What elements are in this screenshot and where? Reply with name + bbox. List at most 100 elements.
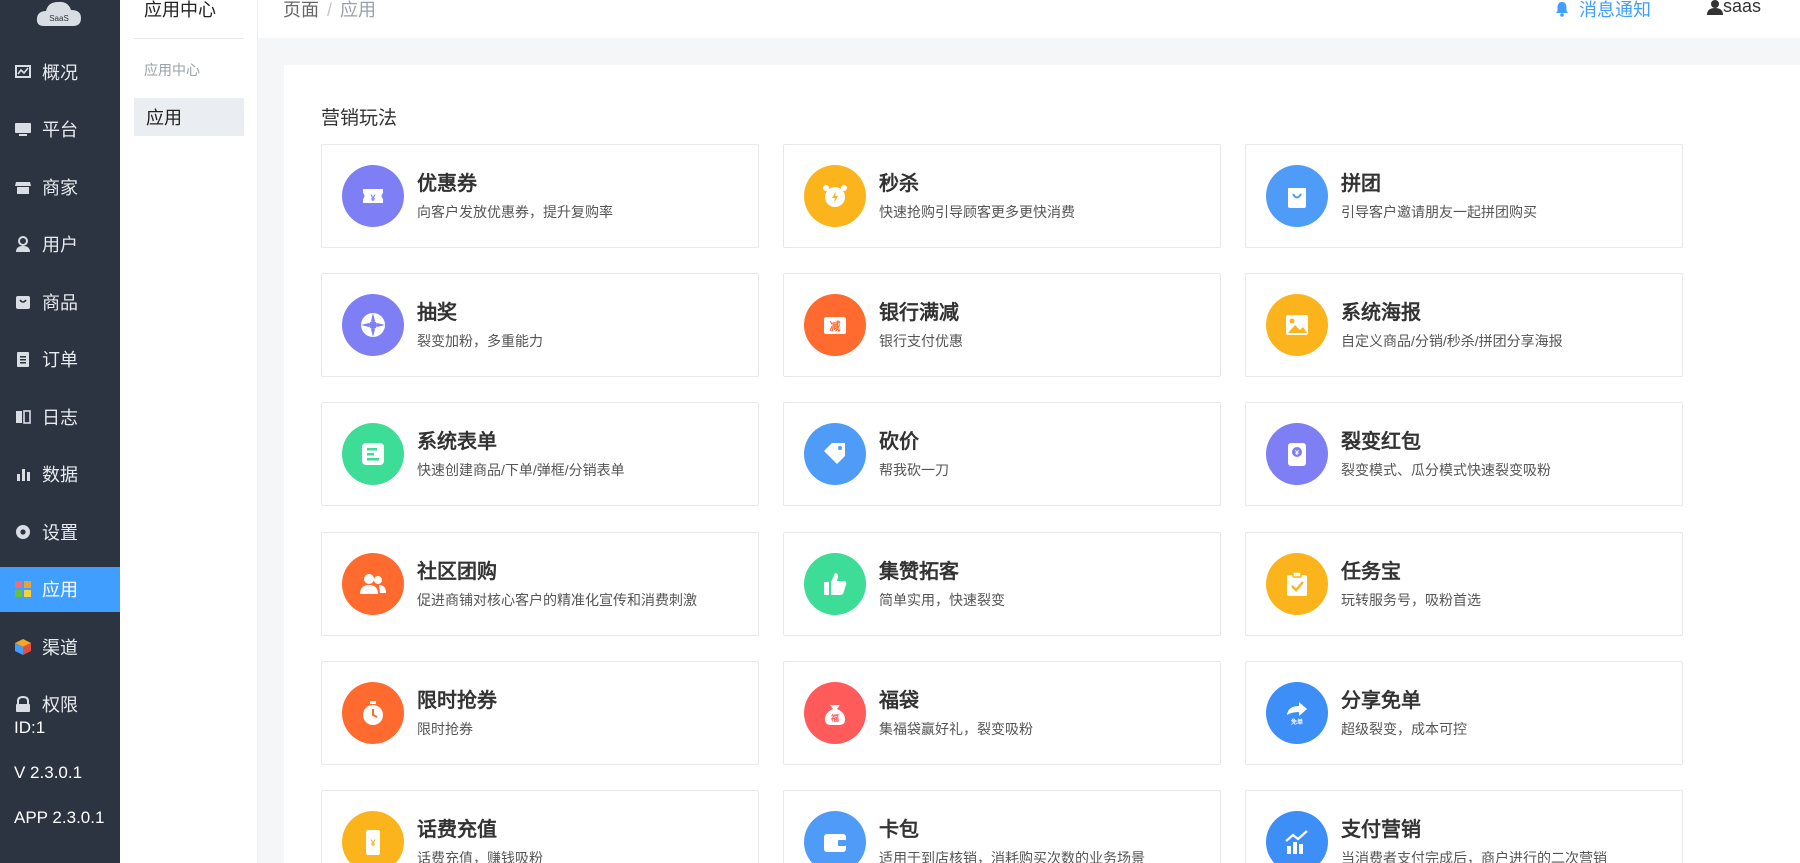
app-card-description: 银行支付优惠	[879, 333, 963, 349]
app-card-title: 社区团购	[417, 561, 497, 583]
wallet-icon	[804, 811, 866, 863]
app-card[interactable]: 秒杀 快速抢购引导顾客更多更快消费	[783, 144, 1221, 248]
sidebar-item-2[interactable]: 商家	[0, 164, 120, 209]
bell-icon	[1556, 2, 1568, 17]
app-card[interactable]: 拼团引导客户邀请朋友一起拼团购买	[1245, 144, 1683, 248]
app-card-title: 拼团	[1341, 173, 1381, 195]
user-avatar-icon	[1707, 0, 1723, 15]
app-card[interactable]: 任务宝 玩转服务号，吸粉首选	[1245, 532, 1683, 636]
app-card-title: 分享免单	[1341, 690, 1421, 712]
saas-logo[interactable]: SaaS	[36, 0, 82, 30]
app-card-description: 快速抢购引导顾客更多更快消费	[879, 204, 1075, 220]
sidebar-item-10[interactable]: 渠道	[0, 624, 120, 669]
content-panel: 营销玩法 ¥ 优惠券 向客户发放优惠券，提升复购率 秒杀 快速抢购引导顾客更多更快消费拼…	[284, 65, 1800, 863]
alarm-clock-icon	[804, 165, 866, 227]
svg-text:¥: ¥	[1295, 450, 1299, 457]
app-card[interactable]: 福 福袋集福袋赢好礼，裂变吸粉	[783, 661, 1221, 765]
app-card-description: 裂变模式、瓜分模式快速裂变吸粉	[1341, 462, 1551, 478]
app-card-title: 系统表单	[417, 431, 497, 453]
lottery-wheel-icon	[342, 294, 404, 356]
user-icon	[14, 235, 32, 253]
app-card-title: 限时抢券	[417, 690, 497, 712]
subnav-title: 应用中心	[144, 0, 216, 20]
timer-icon	[342, 682, 404, 744]
app-card[interactable]: 卡包 适用于到店核销，消耗购买次数的业务场景	[783, 790, 1221, 863]
subnav-divider	[134, 38, 244, 39]
share-free-icon: 免单	[1266, 682, 1328, 744]
app-card[interactable]: 减 银行满减 银行支付优惠	[783, 273, 1221, 377]
app-card-description: 向客户发放优惠券，提升复购率	[417, 204, 613, 220]
section-title: 营销玩法	[321, 108, 398, 129]
sidebar-item-6[interactable]: 日志	[0, 394, 120, 439]
store-icon	[14, 178, 32, 196]
app-card[interactable]: 支付营销当消费者支付完成后，商户进行的二次营销	[1245, 790, 1683, 863]
lock-icon	[14, 695, 32, 713]
breadcrumb-page[interactable]: 页面	[283, 0, 319, 20]
sidebar-item-5[interactable]: 订单	[0, 337, 120, 382]
apps-icon	[14, 580, 32, 598]
app-card[interactable]: 社区团购 促进商铺对核心客户的精准化宣传和消费刺激	[321, 532, 759, 636]
log-icon	[14, 408, 32, 426]
sidebar-item-3[interactable]: 用户	[0, 222, 120, 267]
notification-link[interactable]: 消息通知	[1555, 0, 1651, 22]
app-card[interactable]: 集赞拓客简单实用，快速裂变	[783, 532, 1221, 636]
app-card-description: 集福袋赢好礼，裂变吸粉	[879, 721, 1033, 737]
app-card-description: 简单实用，快速裂变	[879, 592, 1005, 608]
user-menu[interactable]: saas	[1707, 0, 1761, 17]
sidebar-item-8[interactable]: 设置	[0, 509, 120, 554]
app-card-title: 系统海报	[1341, 302, 1421, 324]
app-card-title: 福袋	[879, 690, 919, 712]
app-card-title: 卡包	[879, 819, 919, 841]
system-version: V 2.3.0.1	[14, 763, 83, 782]
logo-text: SaaS	[49, 14, 69, 23]
user-name: saas	[1723, 0, 1762, 16]
app-card-title: 集赞拓客	[879, 561, 959, 583]
breadcrumb: 页面 / 应用	[283, 0, 376, 22]
app-card-description: 帮我砍一刀	[879, 462, 949, 478]
lucky-bag-icon: 福	[804, 682, 866, 744]
sub-sidebar: 应用中心 应用中心 应用	[120, 0, 258, 863]
sidebar-item-label: 日志	[42, 407, 78, 428]
app-card-description: 快速创建商品/下单/弹框/分销表单	[417, 462, 625, 478]
svg-text:免单: 免单	[1291, 718, 1303, 726]
sidebar-item-label: 商家	[42, 177, 78, 198]
app-card-title: 砍价	[879, 431, 919, 453]
svg-text:¥: ¥	[370, 193, 375, 203]
sidebar-item-label: 平台	[42, 120, 78, 140]
app-card-description: 引导客户邀请朋友一起拼团购买	[1341, 204, 1537, 220]
goods-icon	[14, 293, 32, 311]
app-card[interactable]: ¥ 裂变红包裂变模式、瓜分模式快速裂变吸粉	[1245, 402, 1683, 506]
overview-icon	[14, 63, 32, 81]
top-bar: 页面 / 应用 消息通知 saas	[258, 0, 1800, 38]
sidebar-item-7[interactable]: 数据	[0, 452, 120, 497]
sidebar-item-label: 权限	[42, 695, 78, 715]
app-card[interactable]: ¥ 优惠券 向客户发放优惠券，提升复购率	[321, 144, 759, 248]
app-card[interactable]: 系统海报 自定义商品/分销/秒杀/拼团分享海报	[1245, 273, 1683, 377]
app-card[interactable]: 限时抢券 限时抢券	[321, 661, 759, 765]
app-card-title: 支付营销	[1341, 819, 1421, 841]
app-card-title: 话费充值	[417, 819, 497, 841]
subnav-item-apps[interactable]: 应用	[134, 98, 244, 136]
app-card[interactable]: ¥ 话费充值 话费充值，赚钱吸粉	[321, 790, 759, 863]
sidebar-item-0[interactable]: 概况	[0, 49, 120, 94]
app-card[interactable]: 系统表单快速创建商品/下单/弹框/分销表单	[321, 402, 759, 506]
app-card-title: 抽奖	[417, 302, 457, 324]
app-card[interactable]: 砍价 帮我砍一刀	[783, 402, 1221, 506]
app-card[interactable]: 免单 分享免单 超级裂变，成本可控	[1245, 661, 1683, 765]
app-version: APP 2.3.0.1	[14, 808, 105, 827]
app-card-title: 裂变红包	[1341, 431, 1421, 453]
app-card-description: 当消费者支付完成后，商户进行的二次营销	[1341, 850, 1607, 863]
price-tag-icon	[804, 423, 866, 485]
sidebar-item-4[interactable]: 商品	[0, 279, 120, 324]
sidebar-item-label: 商品	[42, 292, 78, 313]
svg-text:减: 减	[830, 319, 841, 333]
phone-recharge-icon: ¥	[342, 811, 404, 863]
notification-label: 消息通知	[1579, 0, 1651, 20]
account-id: ID:1	[14, 718, 46, 737]
sidebar-item-9[interactable]: 应用	[0, 566, 120, 612]
app-card[interactable]: 抽奖 裂变加粉，多重能力	[321, 273, 759, 377]
clipboard-check-icon	[1266, 553, 1328, 615]
community-group-icon	[342, 553, 404, 615]
svg-text:福: 福	[830, 713, 839, 723]
sidebar-item-1[interactable]: 平台	[0, 107, 120, 152]
